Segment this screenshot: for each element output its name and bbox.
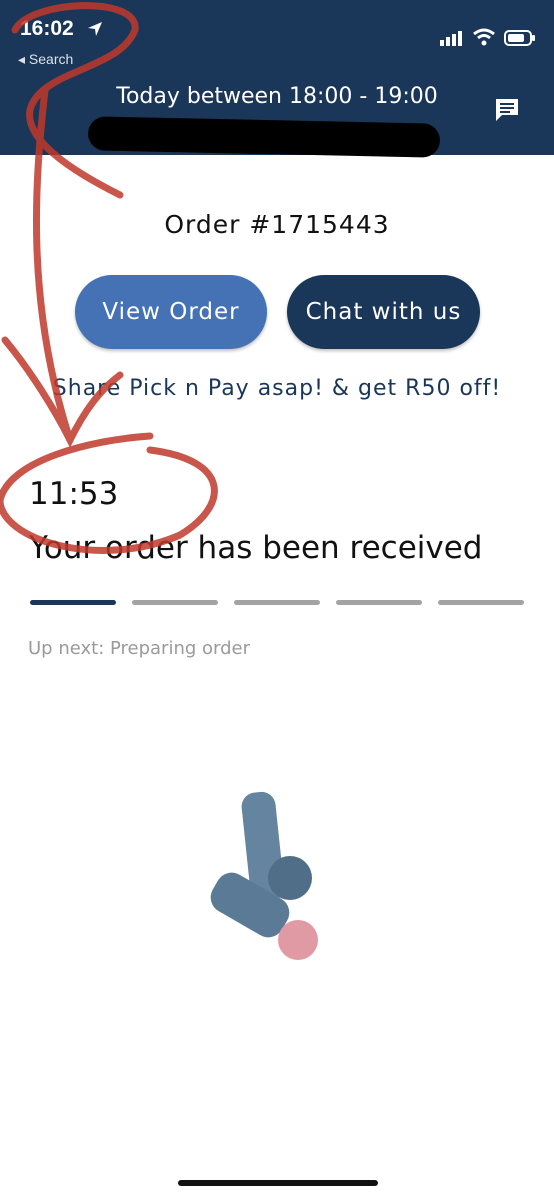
battery-icon [504,30,536,50]
progress-steps [30,600,524,605]
share-promo-link[interactable]: Share Pick n Pay asap! & get R50 off! [0,376,554,401]
progress-step-1 [30,600,116,605]
location-arrow-icon [86,20,104,42]
progress-step-4 [336,600,422,605]
view-order-button[interactable]: View Order [75,275,267,349]
status-time: 16:02 [20,17,74,40]
order-status-text: Your order has been received [29,530,483,566]
progress-step-2 [132,600,218,605]
status-time-stamp: 11:53 [29,476,119,512]
home-indicator[interactable] [178,1180,378,1186]
order-received-check-icon [200,788,330,972]
order-number: Order #1715443 [164,210,390,239]
up-next-text: Up next: Preparing order [28,638,251,659]
progress-step-5 [438,600,524,605]
redacted-address [87,116,441,158]
wifi-icon [472,28,496,50]
cellular-signal-icon [440,30,464,50]
app-header: 16:02 ◂ Search Today between 18:00 - 19:… [0,0,554,158]
back-to-search-link[interactable]: ◂ Search [18,51,73,68]
delivery-window: Today between 18:00 - 19:00 [116,84,438,109]
progress-step-3 [234,600,320,605]
chat-message-icon[interactable] [493,96,521,128]
chat-with-us-button[interactable]: Chat with us [287,275,480,349]
